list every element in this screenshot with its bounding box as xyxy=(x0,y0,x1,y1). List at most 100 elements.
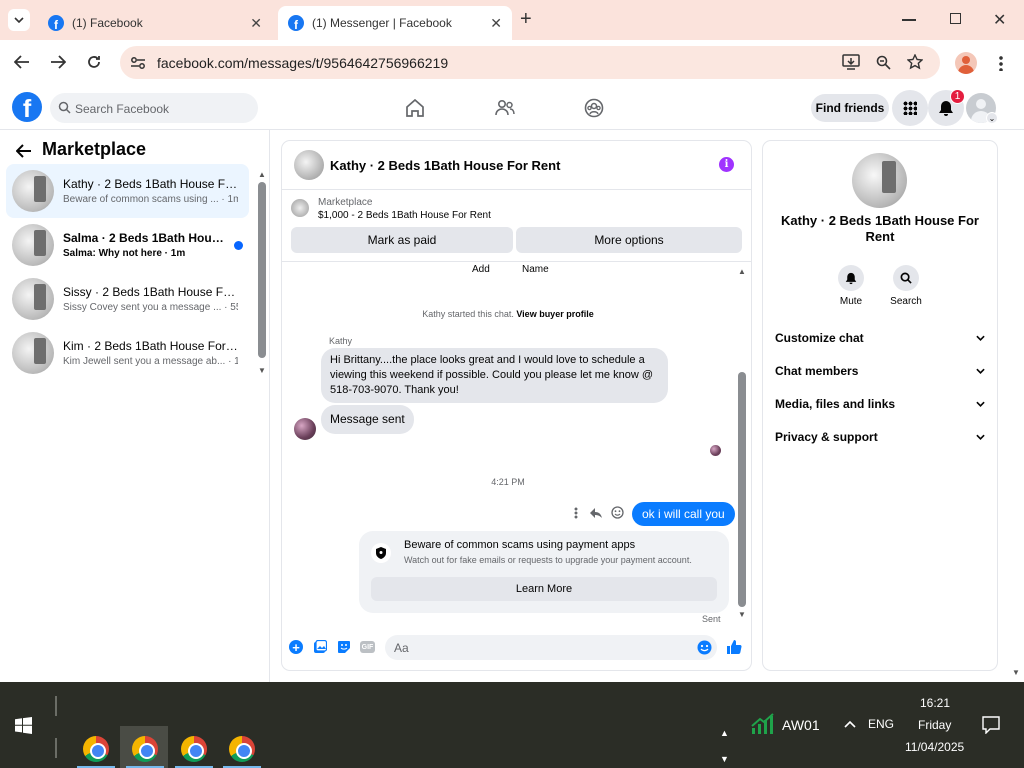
browser-menu-icon[interactable] xyxy=(999,55,1003,71)
listing-title[interactable]: $1,000 - 2 Beds 1Bath House For Rent xyxy=(318,210,491,221)
view-buyer-profile-link[interactable]: View buyer profile xyxy=(516,309,593,319)
window-close-icon[interactable]: ✕ xyxy=(993,10,1006,30)
section-label: Customize chat xyxy=(775,331,864,345)
search-input[interactable]: Search Facebook xyxy=(75,102,169,116)
account-chevron-icon[interactable]: ⌄ xyxy=(986,112,998,124)
conversation-name: Kim · 2 Beds 1Bath House For R... xyxy=(63,339,238,353)
search-facebook-box[interactable]: Search Facebook xyxy=(50,93,258,123)
details-avatar[interactable] xyxy=(852,153,907,208)
zoom-icon[interactable] xyxy=(876,55,891,70)
back-arrow-icon[interactable] xyxy=(16,144,32,158)
message-bubble[interactable]: Message sent xyxy=(321,405,414,434)
groups-icon[interactable] xyxy=(584,98,604,118)
close-tab-icon[interactable]: ✕ xyxy=(250,15,262,32)
photo-icon[interactable] xyxy=(313,640,327,654)
url-text[interactable]: facebook.com/messages/t/9564642756966219 xyxy=(157,55,448,71)
react-emoji-icon[interactable] xyxy=(611,506,624,519)
forward-icon[interactable] xyxy=(50,55,66,69)
clock-time[interactable]: 16:21 xyxy=(920,696,950,710)
emoji-icon[interactable] xyxy=(697,640,712,655)
profile-avatar[interactable] xyxy=(955,52,977,74)
listing-thumbnail xyxy=(291,199,309,217)
reply-icon[interactable] xyxy=(589,507,603,519)
site-settings-icon[interactable] xyxy=(130,55,146,71)
search-in-chat-button[interactable] xyxy=(893,265,919,291)
message-input[interactable]: Aa xyxy=(385,635,717,660)
install-app-icon[interactable] xyxy=(842,54,860,70)
find-friends-button[interactable]: Find friends xyxy=(811,94,889,122)
conversation-name: Salma · 2 Beds 1Bath House F... xyxy=(63,231,228,245)
my-message-bubble[interactable]: ok i will call you xyxy=(632,502,735,526)
chrome-taskbar-icon[interactable] xyxy=(229,736,255,762)
chrome-taskbar-icon[interactable] xyxy=(181,736,207,762)
notifications-center-icon[interactable] xyxy=(982,716,1000,734)
omnibox[interactable]: facebook.com/messages/t/9564642756966219 xyxy=(120,46,940,79)
tray-scroll-down-icon[interactable]: ▼ xyxy=(720,754,729,764)
tab-facebook[interactable]: f (1) Facebook ✕ xyxy=(38,6,272,40)
sender-avatar[interactable] xyxy=(294,418,316,440)
scroll-down-arrow[interactable]: ▼ xyxy=(738,610,746,619)
privacy-support-section[interactable]: Privacy & support xyxy=(775,427,985,447)
conversation-name: Kathy · 2 Beds 1Bath House For ... xyxy=(63,177,238,191)
conversation-item[interactable]: Kathy · 2 Beds 1Bath House For ... Bewar… xyxy=(6,164,249,218)
message-bubble[interactable]: Hi Brittany....the place looks great and… xyxy=(321,348,668,403)
conversation-name: Sissy · 2 Beds 1Bath House For ... xyxy=(63,285,238,299)
info-icon[interactable]: i xyxy=(719,157,734,172)
tab-messenger[interactable]: f (1) Messenger | Facebook ✕ xyxy=(278,6,512,40)
customize-chat-section[interactable]: Customize chat xyxy=(775,328,985,348)
more-actions-icon[interactable] xyxy=(574,507,578,519)
listing-source: Marketplace xyxy=(318,197,373,208)
reload-icon[interactable] xyxy=(86,54,102,70)
windows-start-icon[interactable] xyxy=(15,717,32,734)
facebook-logo-icon[interactable]: f xyxy=(12,92,42,122)
bookmark-star-icon[interactable] xyxy=(907,54,923,70)
page-scroll-down-arrow[interactable]: ▼ xyxy=(1012,668,1020,677)
restore-icon[interactable] xyxy=(950,13,961,24)
clock-date[interactable]: 11/04/2025 xyxy=(905,740,964,754)
details-title: Kathy · 2 Beds 1Bath House For Rent xyxy=(781,213,979,244)
chat-avatar[interactable] xyxy=(294,150,324,180)
mark-as-paid-button[interactable]: Mark as paid xyxy=(291,227,513,253)
chrome-taskbar-icon[interactable] xyxy=(83,736,109,762)
conversation-item[interactable]: Salma · 2 Beds 1Bath House F... Salma: W… xyxy=(6,218,249,272)
learn-more-button[interactable]: Learn More xyxy=(371,577,717,601)
chrome-taskbar-icon[interactable] xyxy=(132,736,158,762)
seen-avatar xyxy=(710,445,721,456)
listing-thumbnail xyxy=(12,170,54,212)
back-icon[interactable] xyxy=(14,55,30,69)
stock-chart-icon[interactable] xyxy=(750,712,774,736)
tray-chevron-up-icon[interactable] xyxy=(844,720,856,728)
language-indicator[interactable]: ENG xyxy=(868,717,894,731)
scroll-up-arrow[interactable]: ▲ xyxy=(738,267,746,276)
conversation-item[interactable]: Kim · 2 Beds 1Bath House For R... Kim Je… xyxy=(6,326,249,380)
friends-icon[interactable] xyxy=(495,99,515,117)
close-tab-icon[interactable]: ✕ xyxy=(490,15,502,32)
gif-icon[interactable]: GIF xyxy=(360,641,375,653)
add-plus-icon[interactable]: + xyxy=(289,640,303,654)
tray-scroll-up-icon[interactable]: ▲ xyxy=(720,728,729,738)
sticker-icon[interactable] xyxy=(337,640,351,654)
tab-search-button[interactable] xyxy=(8,9,30,31)
clock-day[interactable]: Friday xyxy=(918,718,951,732)
tray-app-label[interactable]: AW01 xyxy=(782,717,820,733)
chevron-down-icon xyxy=(14,17,24,23)
mute-button[interactable] xyxy=(838,265,864,291)
new-tab-button[interactable]: + xyxy=(520,9,532,29)
thumbs-up-icon[interactable] xyxy=(726,639,742,655)
conversation-item[interactable]: Sissy · 2 Beds 1Bath House For ... Sissy… xyxy=(6,272,249,326)
chat-members-section[interactable]: Chat members xyxy=(775,361,985,381)
minimize-icon[interactable] xyxy=(902,19,916,21)
notification-badge: 1 xyxy=(950,89,965,104)
scam-warning-card: Beware of common scams using payment app… xyxy=(359,531,729,613)
chat-title[interactable]: Kathy · 2 Beds 1Bath House For Rent xyxy=(330,158,560,173)
media-files-links-section[interactable]: Media, files and links xyxy=(775,394,985,414)
scroll-up-arrow[interactable]: ▲ xyxy=(258,170,266,179)
conversation-scrollbar[interactable] xyxy=(258,182,266,358)
conversation-list-panel: Marketplace Kathy · 2 Beds 1Bath House F… xyxy=(0,130,270,682)
more-options-button[interactable]: More options xyxy=(516,227,742,253)
home-icon[interactable] xyxy=(405,99,425,117)
chat-scrollbar[interactable] xyxy=(738,372,746,607)
windows-taskbar: ▲ ▼ AW01 ENG 16:21 Friday 11/04/2025 xyxy=(0,682,1024,768)
scroll-down-arrow[interactable]: ▼ xyxy=(258,366,266,375)
menu-button[interactable] xyxy=(892,90,928,126)
